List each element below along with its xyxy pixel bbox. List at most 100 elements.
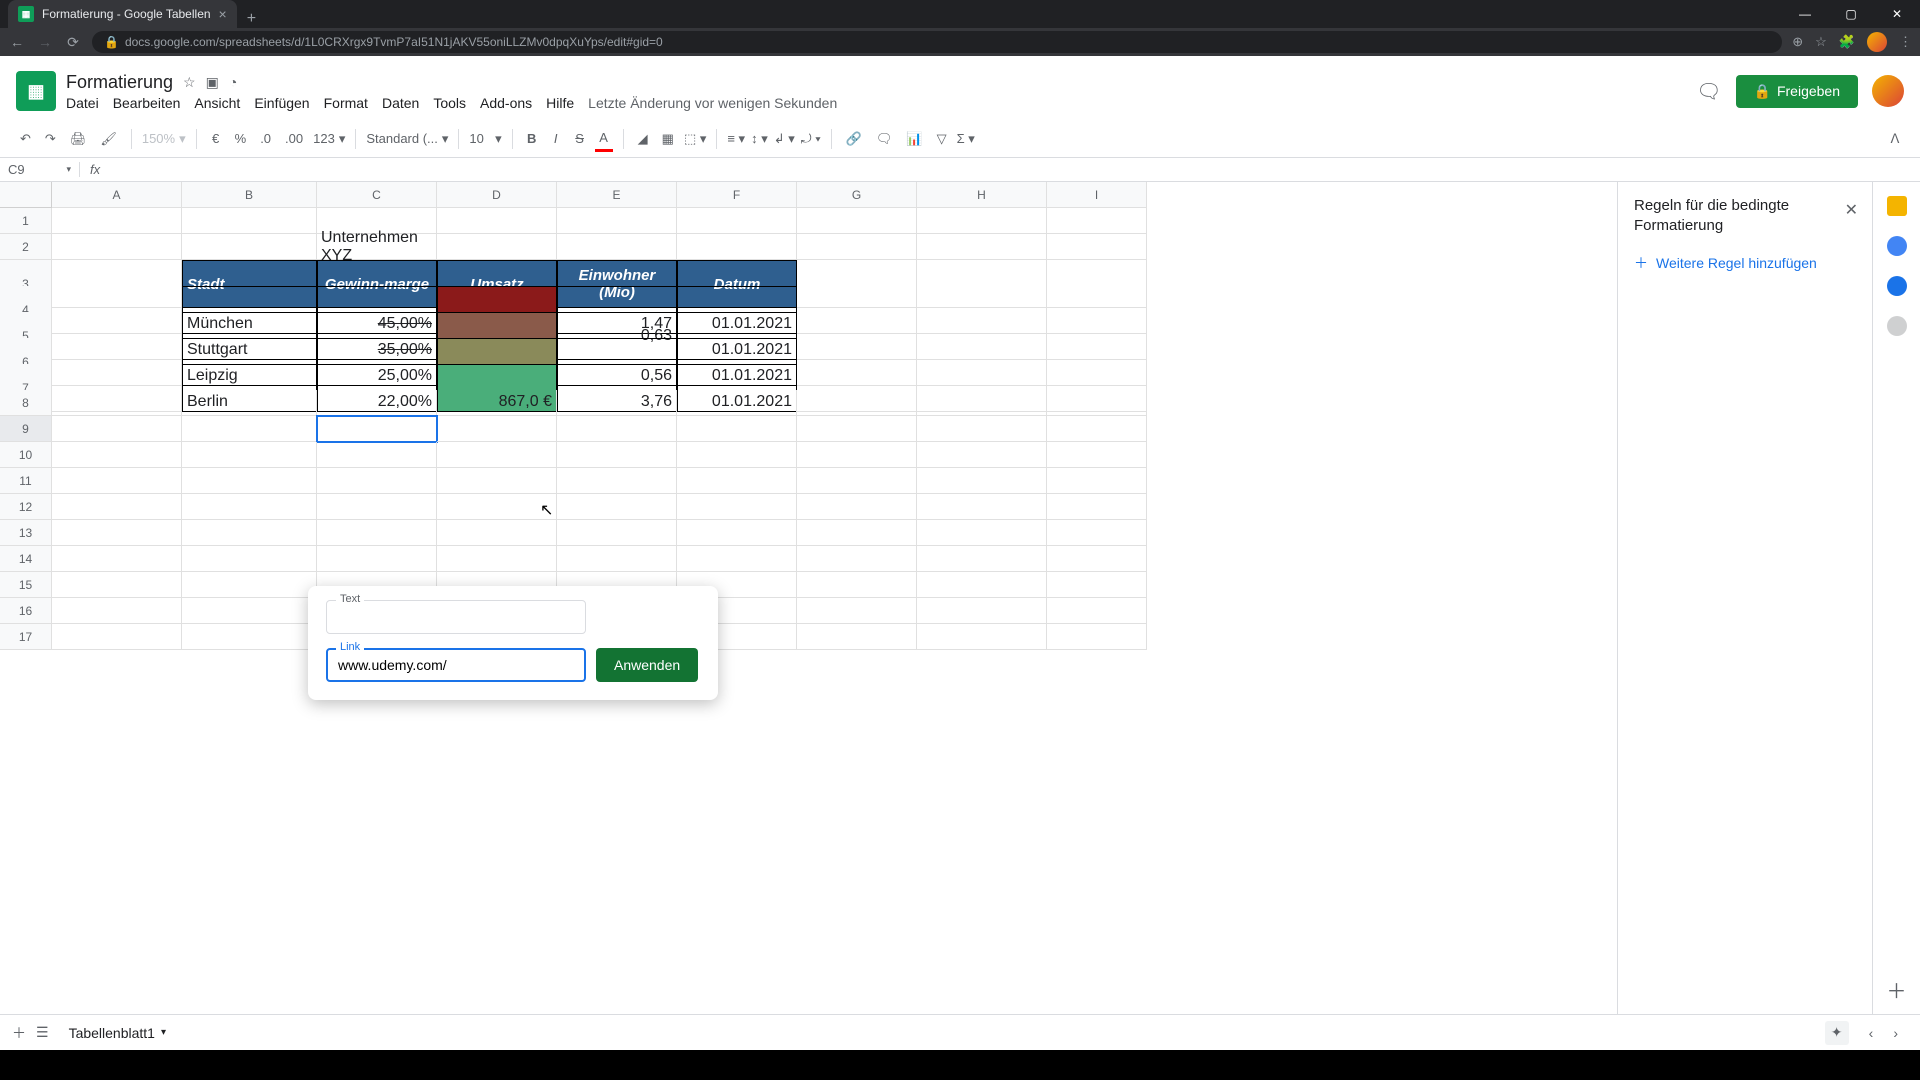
number-format-select[interactable]: 123▾ [313,131,345,147]
filter-button[interactable]: ▽ [933,127,951,151]
account-avatar[interactable] [1872,75,1904,107]
cell[interactable] [52,624,182,650]
undo-button[interactable]: ↶ [16,127,35,151]
add-rule-button[interactable]: ＋ Weitere Regel hinzufügen [1634,253,1856,273]
cell[interactable] [677,390,797,416]
cell[interactable] [557,416,677,442]
percent-button[interactable]: % [231,127,251,150]
reload-button[interactable]: ⟳ [64,34,82,51]
cell[interactable] [917,624,1047,650]
row-header-17[interactable]: 17 [0,624,52,650]
cell[interactable] [52,416,182,442]
collapse-toolbar-button[interactable]: ᐱ [1886,127,1904,151]
col-header-c[interactable]: C [317,182,437,208]
cell[interactable] [917,494,1047,520]
cell[interactable] [797,390,917,416]
row-header-2[interactable]: 2 [0,234,52,260]
cell[interactable] [797,546,917,572]
menu-icon[interactable]: ⋮ [1899,34,1912,50]
cell[interactable] [182,494,317,520]
cell[interactable] [437,234,557,260]
cell[interactable] [437,208,557,234]
cell[interactable] [797,624,917,650]
select-all-corner[interactable] [0,182,52,208]
formula-bar[interactable] [110,158,1920,181]
comment-button[interactable]: 🗨 [872,127,897,151]
sheets-logo-icon[interactable]: ▦ [16,71,56,111]
cell[interactable] [317,442,437,468]
contacts-icon[interactable] [1887,316,1907,336]
text-color-button[interactable]: A [595,126,613,152]
cell[interactable] [797,572,917,598]
comments-icon[interactable]: 🗨 [1696,79,1721,104]
strikethrough-button[interactable]: S [571,127,589,150]
cell[interactable] [677,234,797,260]
explore-button[interactable]: ✦ [1825,1021,1849,1045]
cell[interactable] [797,208,917,234]
col-header-f[interactable]: F [677,182,797,208]
cell[interactable] [437,468,557,494]
document-title[interactable]: Formatierung [66,72,173,93]
borders-button[interactable]: ▦ [658,127,678,151]
cell[interactable] [52,494,182,520]
share-button[interactable]: 🔒 Freigeben [1736,75,1858,108]
cell[interactable] [182,416,317,442]
cell[interactable] [917,468,1047,494]
menu-tools[interactable]: Tools [433,95,466,111]
cell[interactable] [182,442,317,468]
row-header-1[interactable]: 1 [0,208,52,234]
sheet-tab-dropdown-icon[interactable]: ▾ [161,1027,166,1038]
apply-link-button[interactable]: Anwenden [596,648,698,682]
cell[interactable] [1047,234,1147,260]
cell[interactable] [557,546,677,572]
cell[interactable] [1047,572,1147,598]
row-header-11[interactable]: 11 [0,468,52,494]
row-header-15[interactable]: 15 [0,572,52,598]
cell[interactable] [182,208,317,234]
cell[interactable] [317,494,437,520]
cell[interactable] [917,520,1047,546]
profile-avatar-icon[interactable] [1867,32,1887,52]
bold-button[interactable]: B [523,127,541,150]
cell[interactable] [917,390,1047,416]
functions-button[interactable]: Σ ▾ [957,131,975,147]
sheet-tab-1[interactable]: Tabellenblatt1 ▾ [59,1019,176,1047]
cell[interactable] [797,598,917,624]
cell[interactable] [437,416,557,442]
cell[interactable] [557,390,677,416]
cell[interactable] [52,468,182,494]
cell[interactable] [917,416,1047,442]
cell[interactable] [677,494,797,520]
cell[interactable] [182,520,317,546]
menu-insert[interactable]: Einfügen [254,95,309,111]
cell-company-title[interactable]: Unternehmen XYZ [317,234,437,260]
wrap-button[interactable]: ↲ ▾ [774,131,795,147]
cell[interactable] [797,468,917,494]
add-sheet-button[interactable]: ＋ [12,1023,26,1043]
cell[interactable] [182,624,317,650]
link-button[interactable]: 🔗 [842,127,866,151]
cell[interactable] [917,234,1047,260]
fill-color-button[interactable]: ◢ [634,127,652,151]
menu-format[interactable]: Format [324,95,368,111]
cell[interactable] [437,390,557,416]
cell[interactable] [317,468,437,494]
link-url-input[interactable] [326,648,586,682]
cell[interactable] [677,546,797,572]
currency-button[interactable]: € [207,127,225,150]
menu-data[interactable]: Daten [382,95,419,111]
cell[interactable] [797,234,917,260]
move-icon[interactable]: ▣ [206,74,219,91]
link-text-input[interactable] [326,600,586,634]
row-header-12[interactable]: 12 [0,494,52,520]
cell[interactable] [917,546,1047,572]
zoom-icon[interactable]: ⊕ [1792,34,1803,50]
add-addon-icon[interactable]: ＋ [1887,975,1907,1004]
row-header-16[interactable]: 16 [0,598,52,624]
cell[interactable] [677,208,797,234]
cell[interactable] [1047,416,1147,442]
cell[interactable] [917,208,1047,234]
italic-button[interactable]: I [547,127,565,150]
cell[interactable] [797,494,917,520]
keep-icon[interactable] [1887,236,1907,256]
